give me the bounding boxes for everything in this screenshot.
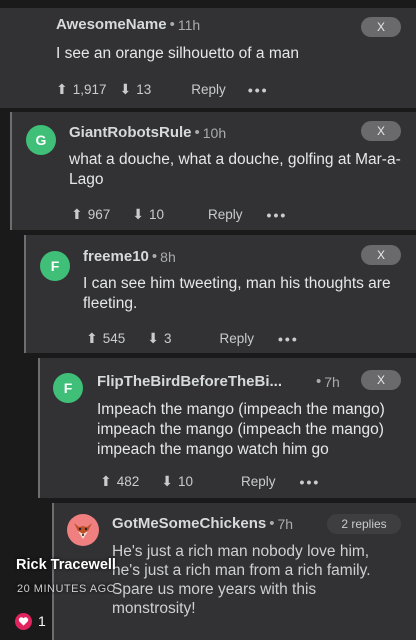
close-button[interactable]: X [361, 17, 401, 37]
posted-time: 20 MINUTES AGO [17, 583, 116, 595]
heart-icon[interactable] [15, 613, 32, 630]
comment-age: 7h [277, 515, 294, 532]
comment-text: He's just a rich man nobody love him, he… [112, 543, 371, 617]
close-button[interactable]: X [361, 245, 401, 265]
arrow-up-icon: ⬆ [56, 81, 68, 97]
comment-actions: ⬆ 1,917 ⬇ 13 Reply ••• [56, 81, 269, 98]
comment-text: I see an orange silhouetto of a man [56, 45, 299, 62]
thread-line [24, 235, 26, 353]
comment-header: GotMeSomeChickens • 7h [112, 515, 294, 532]
upvote-button[interactable]: ⬆ 1,917 [56, 81, 107, 98]
reply-button[interactable]: Reply [191, 82, 226, 97]
more-options-icon[interactable]: ••• [267, 207, 288, 223]
upvote-button[interactable]: ⬆ 482 [100, 473, 139, 490]
comment-actions: ⬆ 545 ⬇ 3 Reply ••• [86, 330, 299, 347]
upvote-count: 967 [87, 207, 111, 222]
comment-username[interactable]: GotMeSomeChickens [112, 515, 266, 532]
comment-username[interactable]: AwesomeName [56, 16, 167, 33]
comment-username[interactable]: freeme10 [83, 248, 149, 265]
arrow-down-icon: ⬇ [161, 473, 173, 489]
upvote-count: 545 [102, 331, 126, 346]
fox-avatar-icon[interactable] [67, 514, 99, 546]
comment-age: 8h [160, 248, 176, 265]
avatar[interactable]: G [26, 125, 56, 155]
comment-text: what a douche, what a douche, golfing at… [69, 151, 401, 188]
comment-header: freeme10 • 8h [83, 248, 176, 265]
comment-age-group: • 7h [316, 373, 340, 390]
replies-button[interactable]: 2 replies [327, 514, 401, 534]
thread-line [10, 112, 12, 230]
comment-username[interactable]: FlipTheBirdBeforeTheBi... [97, 373, 282, 390]
upvote-count: 1,917 [72, 82, 107, 97]
arrow-up-icon: ⬆ [71, 206, 83, 222]
comment-text: Impeach the mango (impeach the mango) im… [97, 401, 385, 458]
close-button[interactable]: X [361, 121, 401, 141]
upvote-count: 482 [116, 474, 140, 489]
reply-button[interactable]: Reply [220, 331, 255, 346]
downvote-count: 3 [164, 331, 172, 346]
comment-username[interactable]: GiantRobotsRule [69, 124, 192, 141]
avatar[interactable]: F [53, 373, 83, 403]
comment-header: AwesomeName • 11h [56, 16, 201, 33]
arrow-down-icon: ⬇ [147, 330, 159, 346]
thread-line [38, 358, 40, 498]
comment-age: 11h [177, 16, 201, 33]
comment-age: 10h [202, 124, 227, 141]
avatar[interactable]: F [40, 251, 70, 281]
downvote-count: 13 [136, 82, 152, 97]
upvote-button[interactable]: ⬆ 967 [71, 206, 110, 223]
downvote-button[interactable]: ⬇ 3 [147, 330, 171, 347]
like-count: 1 [38, 613, 46, 629]
downvote-button[interactable]: ⬇ 13 [120, 81, 152, 98]
arrow-down-icon: ⬇ [132, 206, 144, 222]
reply-button[interactable]: Reply [241, 474, 276, 489]
downvote-button[interactable]: ⬇ 10 [132, 206, 164, 223]
arrow-up-icon: ⬆ [100, 473, 112, 489]
more-options-icon[interactable]: ••• [300, 474, 321, 490]
comment-actions: ⬆ 967 ⬇ 10 Reply ••• [71, 206, 287, 223]
comment-text: I can see him tweeting, man his thoughts… [83, 275, 391, 312]
downvote-count: 10 [178, 474, 194, 489]
reply-button[interactable]: Reply [208, 207, 243, 222]
close-button[interactable]: X [361, 370, 401, 390]
more-options-icon[interactable]: ••• [278, 331, 299, 347]
arrow-up-icon: ⬆ [86, 330, 98, 346]
poster-name[interactable]: Rick Tracewell [16, 557, 116, 573]
comment-header: FlipTheBirdBeforeTheBi... [97, 373, 282, 390]
upvote-button[interactable]: ⬆ 545 [86, 330, 125, 347]
comment-age: 7h [324, 373, 340, 390]
comment-header: GiantRobotsRule • 10h [69, 124, 227, 141]
downvote-count: 10 [149, 207, 165, 222]
downvote-button[interactable]: ⬇ 10 [161, 473, 193, 490]
arrow-down-icon: ⬇ [119, 81, 132, 97]
comment-actions: ⬆ 482 ⬇ 10 Reply ••• [100, 473, 320, 490]
more-options-icon[interactable]: ••• [248, 82, 269, 98]
